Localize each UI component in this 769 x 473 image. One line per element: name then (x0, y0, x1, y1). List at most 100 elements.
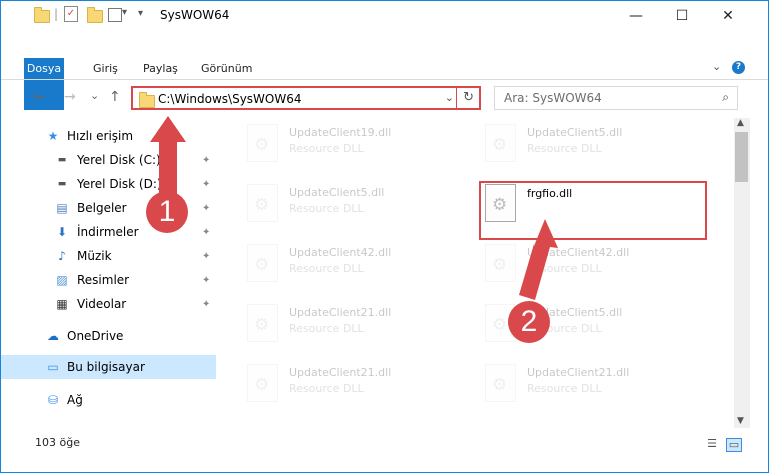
pin-icon[interactable]: ✦ (202, 203, 210, 214)
pin-icon[interactable]: ✦ (202, 227, 210, 238)
quick-access-menu-icon[interactable]: ▾ (138, 8, 143, 19)
nav-network[interactable]: ⛁ Ağ (1, 388, 216, 412)
close-button[interactable]: ✕ (705, 1, 751, 30)
maximize-button[interactable]: ☐ (659, 1, 705, 30)
nav-pictures[interactable]: ▨ Resimler ✦ (1, 268, 216, 292)
file-name: UpdateClient19.dll (289, 126, 392, 139)
callout-badge-2: 2 (508, 301, 550, 343)
star-icon: ★ (47, 129, 59, 143)
download-icon: ⬇ (56, 225, 68, 239)
file-item[interactable]: UpdateClient19.dll Resource DLL (247, 124, 477, 176)
address-divider (456, 88, 457, 108)
drive-icon: ▬ (57, 179, 67, 189)
search-input[interactable]: Ara: SysWOW64 (504, 91, 602, 105)
dll-file-icon (247, 184, 278, 222)
file-list: UpdateClient19.dll Resource DLL UpdateCl… (217, 118, 734, 428)
refresh-icon[interactable]: ↻ (463, 90, 474, 105)
pin-icon[interactable]: ✦ (202, 251, 210, 262)
address-dropdown-icon[interactable]: ⌄ (445, 91, 454, 104)
dll-file-icon (485, 124, 516, 162)
folder-icon (34, 6, 50, 25)
address-row: ← → ⌄ ↑ C:\Windows\SysWOW64 ⌄ ↻ Ara: Sys… (1, 85, 768, 113)
highlight-box (479, 181, 707, 240)
file-name: UpdateClient42.dll (289, 246, 392, 259)
file-name: UpdateClient5.dll (527, 126, 623, 139)
file-name: UpdateClient21.dll (527, 366, 630, 379)
nav-onedrive[interactable]: ☁ OneDrive (1, 324, 216, 348)
nav-quick-access[interactable]: ★ Hızlı erişim (1, 124, 216, 148)
customize-icon[interactable] (108, 8, 122, 22)
quick-access-separator: | (54, 7, 59, 21)
search-icon[interactable]: ⌕ (722, 90, 729, 105)
forward-button[interactable]: → (64, 89, 76, 105)
nav-label: Ağ (67, 393, 83, 407)
address-path[interactable]: C:\Windows\SysWOW64 (158, 92, 302, 106)
ribbon-expand-icon[interactable]: ⌄ (712, 60, 721, 73)
callout-badge-1: 1 (146, 191, 188, 233)
address-bar[interactable]: C:\Windows\SysWOW64 ⌄ ↻ (131, 86, 481, 110)
file-type: Resource DLL (289, 262, 364, 275)
nav-label: Hızlı erişim (67, 129, 134, 143)
dll-file-icon (485, 244, 516, 282)
documents-icon: ▤ (56, 201, 68, 215)
minimize-button[interactable]: — (613, 1, 659, 30)
details-view-icon[interactable]: ☰ (705, 438, 719, 450)
file-name: UpdateClient5.dll (289, 186, 385, 199)
music-icon: ♪ (58, 249, 66, 263)
nav-label: OneDrive (67, 329, 124, 343)
file-type: Resource DLL (289, 202, 364, 215)
tab-home[interactable]: Giriş (84, 58, 127, 79)
pin-icon[interactable]: ✦ (202, 299, 210, 310)
file-type: Resource DLL (289, 142, 364, 155)
file-item[interactable]: UpdateClient21.dll Resource DLL (485, 364, 715, 416)
dll-file-icon (247, 244, 278, 282)
large-icons-view-icon[interactable]: ▭ (726, 438, 742, 452)
file-type: Resource DLL (289, 322, 364, 335)
nav-this-pc[interactable]: ▭ Bu bilgisayar (1, 355, 216, 379)
scroll-down-icon[interactable]: ▼ (737, 416, 744, 426)
dll-file-icon (247, 364, 278, 402)
help-icon[interactable]: ? (732, 61, 745, 74)
pin-icon[interactable]: ✦ (202, 155, 210, 166)
item-count: 103 öğe (35, 436, 80, 449)
nav-local-disk-c[interactable]: ▬ Yerel Disk (C:) ✦ (1, 148, 216, 172)
search-box[interactable]: Ara: SysWOW64 ⌕ (494, 86, 738, 110)
file-item[interactable]: UpdateClient5.dll Resource DLL (485, 124, 715, 176)
nav-local-disk-d[interactable]: ▬ Yerel Disk (D:) ✦ (1, 172, 216, 196)
scroll-thumb[interactable] (735, 132, 748, 182)
file-item[interactable]: UpdateClient5.dll Resource DLL (247, 184, 477, 236)
folder-icon (139, 92, 155, 108)
back-button[interactable]: ← (34, 89, 46, 105)
nav-label: Videolar (77, 297, 127, 311)
nav-music[interactable]: ♪ Müzik ✦ (1, 244, 216, 268)
new-folder-icon[interactable] (87, 6, 103, 25)
file-type: Resource DLL (527, 382, 602, 395)
dll-file-icon (247, 304, 278, 342)
scroll-up-icon[interactable]: ▲ (737, 118, 744, 128)
up-button[interactable]: ↑ (109, 89, 121, 105)
drive-icon: ▬ (57, 155, 67, 165)
file-item[interactable]: UpdateClient42.dll Resource DLL (485, 244, 715, 296)
pin-icon[interactable]: ✦ (202, 275, 210, 286)
network-icon: ⛁ (47, 393, 59, 407)
file-item[interactable]: UpdateClient21.dll Resource DLL (247, 304, 477, 356)
computer-icon: ▭ (47, 360, 59, 374)
pin-icon[interactable]: ✦ (202, 179, 210, 190)
nav-label: Yerel Disk (C:) (77, 153, 161, 167)
nav-label: Bu bilgisayar (67, 360, 145, 374)
recent-locations-button[interactable]: ⌄ (90, 89, 99, 102)
tab-share[interactable]: Paylaş (134, 58, 187, 79)
nav-videos[interactable]: ▦ Videolar ✦ (1, 292, 216, 316)
file-item[interactable]: UpdateClient42.dll Resource DLL (247, 244, 477, 296)
nav-label: Resimler (77, 273, 130, 287)
file-item[interactable]: UpdateClient21.dll Resource DLL (247, 364, 477, 416)
quick-access-dropdown[interactable]: ▾ (122, 7, 127, 18)
file-name: UpdateClient21.dll (289, 306, 392, 319)
title-bar: | ✓ ▾ ▾ SysWOW64 — ☐ ✕ (1, 1, 768, 30)
window-title: SysWOW64 (160, 8, 230, 22)
properties-icon[interactable]: ✓ (64, 6, 78, 22)
videos-icon: ▦ (56, 297, 68, 311)
vertical-scrollbar[interactable]: ▲ ▼ (734, 118, 750, 428)
status-bar: 103 öğe ☰ ▭ (1, 433, 768, 455)
tab-view[interactable]: Görünüm (192, 58, 261, 79)
